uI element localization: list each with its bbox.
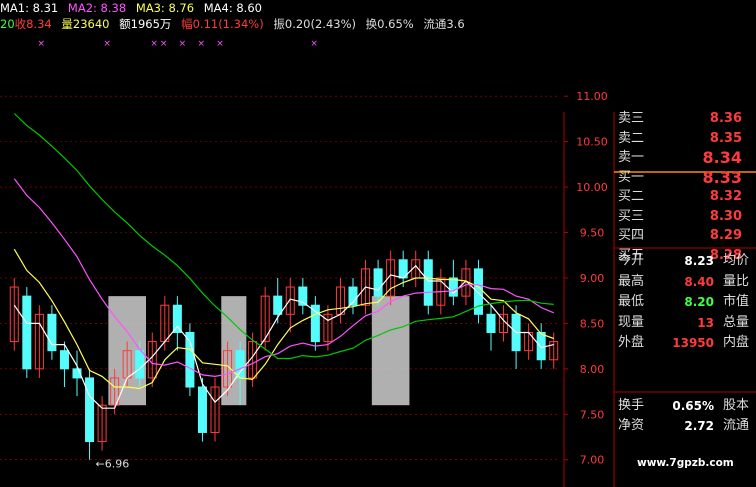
candle-body[interactable] — [22, 295, 32, 370]
order-book-label: 卖二 — [618, 130, 645, 146]
order-book-label: 买四 — [618, 228, 645, 243]
amount-stat: 额1965万 — [119, 17, 172, 31]
ma4-label: MA4: 8.60 — [203, 1, 262, 15]
summary-label: 外盘 — [618, 335, 645, 350]
summary-label-secondary: 均价 — [723, 253, 750, 268]
summary-label: 最高 — [618, 273, 645, 289]
order-book-row[interactable]: 买四 8.29 — [615, 227, 756, 245]
event-marker: × — [310, 39, 318, 49]
date-prefix: 20 — [0, 17, 15, 31]
low-price-marker: ←6.96 — [96, 457, 130, 470]
candle-body[interactable] — [59, 350, 69, 370]
event-marker: × — [103, 39, 111, 49]
summary-label-secondary: 流通 — [723, 418, 750, 433]
price-tick-label: 10.50 — [576, 136, 608, 149]
order-book-row[interactable]: 买一 8.33 — [615, 167, 756, 187]
turnover-stat: 换0.65% — [365, 17, 414, 31]
summary-value: 13 — [697, 315, 714, 330]
order-book-price: 8.33 — [702, 167, 742, 187]
event-marker: × — [150, 39, 158, 49]
candle-body[interactable] — [273, 295, 283, 315]
order-book-label: 买三 — [618, 208, 645, 224]
summary-label-secondary: 总量 — [723, 314, 750, 330]
event-marker: × — [160, 39, 168, 49]
summary-label-secondary: 股本 — [723, 397, 750, 413]
candle-body[interactable] — [536, 331, 546, 361]
summary-label: 现量 — [618, 314, 645, 330]
price-tick-label: 7.50 — [580, 408, 605, 421]
summary-row: 最低 8.20 市值 — [615, 293, 756, 311]
summary-label: 换手 — [618, 397, 645, 413]
price-tick-label: 9.50 — [580, 227, 605, 240]
ma2-label: MA2: 8.38 — [67, 1, 127, 15]
summary-value: 0.65% — [672, 398, 714, 413]
candle-body[interactable] — [486, 313, 496, 333]
ma1-label: MA1: 8.31 — [0, 1, 59, 15]
candle-body[interactable] — [197, 386, 207, 433]
ma2-line — [13, 248, 554, 390]
candle-body[interactable] — [47, 313, 57, 352]
summary-row: 今开 8.23 均价 — [615, 252, 756, 270]
close-price: 收8.34 — [14, 17, 52, 31]
summary-row: 外盘 13950 内盘 — [615, 334, 756, 352]
summary-label: 净资 — [618, 418, 645, 433]
order-book-price: 8.32 — [709, 189, 742, 204]
candle-body[interactable] — [235, 350, 245, 379]
summary-value: 8.20 — [684, 295, 714, 309]
order-book-label: 买一 — [618, 169, 645, 185]
summary-value: 8.23 — [684, 254, 714, 268]
float-stat: 流通3.6 — [423, 17, 465, 31]
summary-row: 净资 2.72 流通 — [615, 417, 756, 435]
summary-label-secondary: 量比 — [723, 273, 750, 289]
candle-body[interactable] — [172, 304, 182, 333]
order-book-label: 买二 — [618, 189, 645, 204]
order-book-price: 8.36 — [709, 111, 742, 126]
price-tick-label: 7.00 — [580, 454, 605, 467]
stats-bar: 20收8.34 量23640 额1965万 幅0.11(1.34%) 振0.20… — [0, 16, 471, 32]
price-tick-label: 10.00 — [576, 181, 608, 194]
summary-row: 最高 8.40 量比 — [615, 273, 756, 291]
summary-value: 13950 — [672, 336, 714, 350]
summary-label: 最低 — [618, 294, 645, 309]
order-book-row[interactable]: 卖二 8.35 — [615, 130, 756, 148]
summary-value: 2.72 — [684, 419, 714, 433]
change-stat: 幅0.11(1.34%) — [181, 17, 264, 31]
price-tick-label: 8.00 — [580, 363, 605, 376]
event-marker: × — [38, 39, 46, 49]
ma3-label: MA3: 8.76 — [135, 1, 195, 15]
candle-body[interactable] — [373, 268, 383, 297]
summary-label-secondary: 市值 — [723, 294, 750, 309]
summary-label-secondary: 内盘 — [723, 335, 750, 350]
order-book-label: 卖三 — [618, 111, 645, 126]
event-marker: × — [179, 39, 187, 49]
order-book-row[interactable]: 卖三 8.36 — [615, 110, 756, 128]
order-book-row[interactable]: 买二 8.32 — [615, 188, 756, 206]
highlight-box — [371, 296, 410, 406]
order-book-price: 8.34 — [702, 148, 742, 167]
order-book-label: 卖一 — [618, 150, 645, 165]
price-tick-label: 9.00 — [580, 272, 605, 285]
ma4-line — [13, 113, 554, 360]
event-marker: × — [216, 39, 224, 49]
watermark: www.7gpzb.com — [637, 457, 734, 469]
candle-body[interactable] — [423, 259, 433, 306]
summary-label: 今开 — [618, 253, 645, 268]
volume-stat: 量23640 — [61, 17, 110, 31]
ma-indicator-bar: MA1: 8.31 MA2: 8.38 MA3: 8.76 MA4: 8.60 — [0, 0, 268, 16]
ma3-line — [13, 178, 554, 378]
summary-row: 现量 13 总量 — [615, 314, 756, 332]
summary-value: 8.40 — [684, 274, 714, 289]
price-tick-label: 11.00 — [576, 90, 608, 103]
price-tick-label: 8.50 — [580, 317, 605, 330]
candle-body[interactable] — [135, 350, 145, 379]
summary-row: 换手 0.65% 股本 — [615, 397, 756, 415]
order-book-price: 8.35 — [709, 130, 742, 146]
order-book-price: 8.30 — [709, 208, 742, 224]
amplitude-stat: 振0.20(2.43%) — [273, 17, 356, 31]
order-book-row[interactable]: 卖一 8.34 — [615, 149, 756, 167]
event-marker: × — [197, 39, 205, 49]
order-book-price: 8.29 — [709, 228, 742, 243]
order-book-row[interactable]: 买三 8.30 — [615, 208, 756, 226]
candle-body[interactable] — [85, 377, 95, 443]
